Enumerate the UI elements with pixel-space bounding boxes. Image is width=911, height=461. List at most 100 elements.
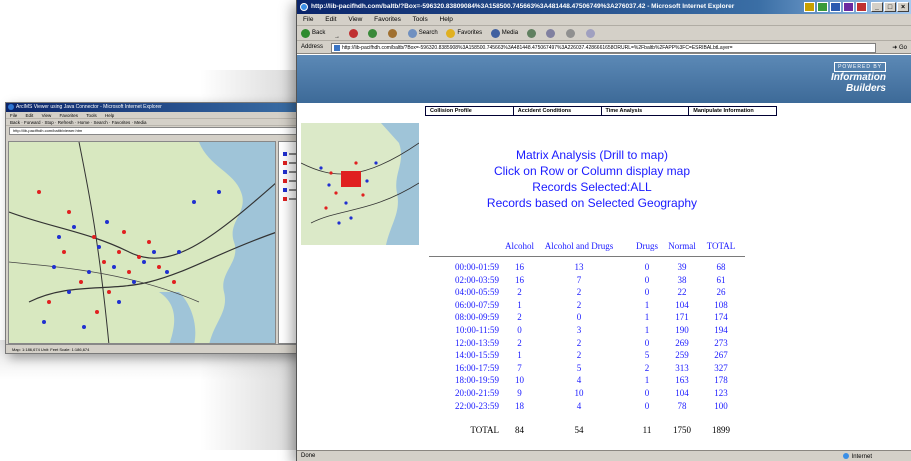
menu-help[interactable]: Help — [440, 16, 453, 23]
row-time-label[interactable]: 12:00-13:59 — [421, 337, 499, 350]
table-row[interactable]: 22:00-23:59 18 4 0 78 100 — [421, 400, 763, 413]
matrix-cell[interactable]: 163 — [666, 374, 698, 387]
matrix-cell[interactable]: 39 — [666, 261, 698, 274]
forward-button[interactable]: → — [334, 30, 340, 40]
app-icon[interactable] — [804, 2, 815, 12]
tab-time-analysis[interactable]: Time Analysis — [602, 107, 690, 115]
matrix-cell[interactable]: 1 — [632, 374, 662, 387]
matrix-cell[interactable]: 1 — [632, 299, 662, 312]
matrix-cell[interactable]: 5 — [632, 349, 662, 362]
matrix-cell[interactable]: 0 — [632, 261, 662, 274]
background-browser-window[interactable]: ArcIMS Viewer using Java Connector - Mic… — [5, 102, 302, 354]
menu-file[interactable]: File — [303, 16, 313, 23]
matrix-cell[interactable]: 4 — [542, 374, 616, 387]
matrix-cell[interactable]: 2 — [497, 337, 542, 350]
matrix-cell[interactable]: 2 — [542, 286, 616, 299]
table-row[interactable]: 00:00-01:59 16 13 0 39 68 — [421, 261, 763, 274]
back-button[interactable]: Back — [301, 26, 325, 40]
matrix-cell[interactable]: 1 — [497, 349, 542, 362]
maximize-icon[interactable]: □ — [884, 2, 896, 12]
bg-menu-tools[interactable]: Tools — [86, 113, 97, 118]
table-row[interactable]: 16:00-17:59 7 5 2 313 327 — [421, 362, 763, 375]
table-row[interactable]: 08:00-09:59 2 0 1 171 174 — [421, 311, 763, 324]
matrix-cell[interactable]: 0 — [632, 400, 662, 413]
matrix-cell[interactable]: 174 — [703, 311, 739, 324]
row-time-label[interactable]: 22:00-23:59 — [421, 400, 499, 413]
print-button[interactable] — [566, 29, 577, 38]
matrix-cell[interactable]: 0 — [632, 286, 662, 299]
matrix-cell[interactable]: 1 — [632, 311, 662, 324]
matrix-cell[interactable]: 1 — [497, 299, 542, 312]
matrix-cell[interactable]: 123 — [703, 387, 739, 400]
column-header-total[interactable]: TOTAL — [703, 236, 739, 256]
matrix-cell[interactable]: 100 — [703, 400, 739, 413]
go-button[interactable]: ➜ Go — [892, 42, 907, 55]
table-row[interactable]: 10:00-11:59 0 3 1 190 194 — [421, 324, 763, 337]
matrix-cell[interactable]: 68 — [703, 261, 739, 274]
matrix-cell[interactable]: 259 — [666, 349, 698, 362]
address-input[interactable]: http://lib-pacifhdh.com/baltb/?Box=-5963… — [331, 43, 876, 53]
matrix-cell[interactable]: 104 — [666, 387, 698, 400]
main-window-titlebar[interactable]: http://lib-pacifhdh.com/baltb/?Box=-5963… — [297, 0, 911, 14]
app-icon[interactable] — [856, 2, 867, 12]
accident-map[interactable] — [8, 141, 276, 344]
matrix-cell[interactable]: 7 — [497, 362, 542, 375]
matrix-cell[interactable]: 18 — [497, 400, 542, 413]
column-header-alcohol-and-drugs[interactable]: Alcohol and Drugs — [542, 236, 616, 256]
matrix-cell[interactable]: 38 — [666, 274, 698, 287]
app-icon[interactable] — [843, 2, 854, 12]
matrix-cell[interactable]: 273 — [703, 337, 739, 350]
menu-favorites[interactable]: Favorites — [374, 16, 401, 23]
row-time-label[interactable]: 00:00-01:59 — [421, 261, 499, 274]
bg-menu-help[interactable]: Help — [105, 113, 114, 118]
matrix-cell[interactable]: 108 — [703, 299, 739, 312]
matrix-cell[interactable]: 2 — [542, 349, 616, 362]
menu-tools[interactable]: Tools — [413, 16, 428, 23]
matrix-cell[interactable]: 5 — [542, 362, 616, 375]
bg-menu-favorites[interactable]: Favorites — [60, 113, 79, 118]
row-time-label[interactable]: 08:00-09:59 — [421, 311, 499, 324]
matrix-cell[interactable]: 78 — [666, 400, 698, 413]
row-time-label[interactable]: 06:00-07:59 — [421, 299, 499, 312]
matrix-cell[interactable]: 9 — [497, 387, 542, 400]
matrix-cell[interactable]: 10 — [542, 387, 616, 400]
row-time-label[interactable]: 16:00-17:59 — [421, 362, 499, 375]
column-header-normal[interactable]: Normal — [666, 236, 698, 256]
matrix-cell[interactable]: 16 — [497, 274, 542, 287]
matrix-cell[interactable]: 0 — [632, 387, 662, 400]
app-icon[interactable] — [830, 2, 841, 12]
matrix-cell[interactable]: 61 — [703, 274, 739, 287]
background-address-bar[interactable]: http://lib-pacifhdh.com/baltb/viewer.htm — [9, 127, 298, 135]
row-time-label[interactable]: 14:00-15:59 — [421, 349, 499, 362]
bg-menu-edit[interactable]: Edit — [26, 113, 34, 118]
table-row[interactable]: 18:00-19:59 10 4 1 163 178 — [421, 374, 763, 387]
row-time-label[interactable]: 20:00-21:59 — [421, 387, 499, 400]
media-button[interactable]: Media — [490, 26, 518, 40]
matrix-cell[interactable]: 269 — [666, 337, 698, 350]
history-button[interactable] — [526, 29, 538, 38]
matrix-cell[interactable]: 0 — [632, 337, 662, 350]
column-header-drugs[interactable]: Drugs — [632, 236, 662, 256]
matrix-cell[interactable]: 194 — [703, 324, 739, 337]
minimize-icon[interactable]: _ — [871, 2, 883, 12]
stop-button[interactable] — [348, 29, 360, 38]
menu-edit[interactable]: Edit — [325, 16, 336, 23]
matrix-cell[interactable]: 3 — [542, 324, 616, 337]
map-thumbnail[interactable] — [301, 123, 419, 245]
table-row[interactable]: 06:00-07:59 1 2 1 104 108 — [421, 299, 763, 312]
matrix-cell[interactable]: 16 — [497, 261, 542, 274]
table-row[interactable]: 20:00-21:59 9 10 0 104 123 — [421, 387, 763, 400]
row-time-label[interactable]: 10:00-11:59 — [421, 324, 499, 337]
matrix-cell[interactable]: 10 — [497, 374, 542, 387]
matrix-cell[interactable]: 104 — [666, 299, 698, 312]
matrix-cell[interactable]: 190 — [666, 324, 698, 337]
home-button[interactable] — [388, 29, 399, 38]
matrix-cell[interactable]: 1 — [632, 324, 662, 337]
mail-button[interactable] — [546, 29, 557, 38]
matrix-cell[interactable]: 13 — [542, 261, 616, 274]
table-row[interactable]: 04:00-05:59 2 2 0 22 26 — [421, 286, 763, 299]
matrix-cell[interactable]: 327 — [703, 362, 739, 375]
menu-view[interactable]: View — [348, 16, 362, 23]
column-header-alcohol[interactable]: Alcohol — [497, 236, 542, 256]
tab-collision-profile[interactable]: Collision Profile — [426, 107, 514, 115]
